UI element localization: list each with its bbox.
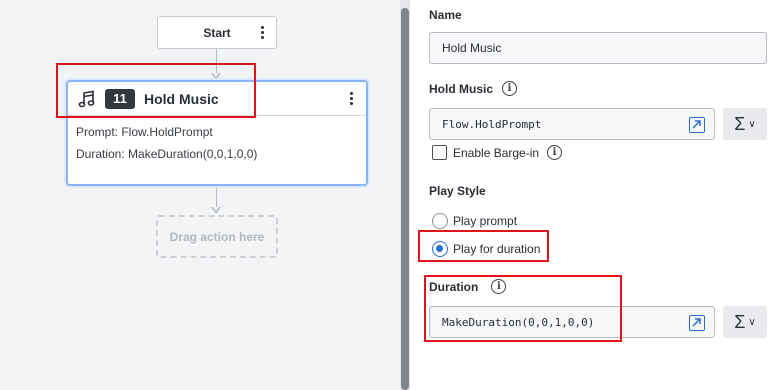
hold-music-label-text: Hold Music xyxy=(429,81,494,96)
chevron-down-icon: ∨ xyxy=(748,118,756,130)
connector-line xyxy=(216,188,217,209)
annotation-box-duration xyxy=(424,275,622,342)
sigma-icon: Σ xyxy=(734,311,746,332)
play-prompt-radio[interactable] xyxy=(432,213,448,229)
hold-music-input[interactable]: Flow.HoldPrompt xyxy=(429,108,715,140)
drag-action-text: Drag action here xyxy=(169,229,265,244)
connector-arrow xyxy=(211,207,221,214)
action-node-menu-icon[interactable] xyxy=(346,92,356,105)
play-style-label-text: Play Style xyxy=(429,184,486,198)
annotation-box-hold-music-node xyxy=(56,63,256,118)
sigma-icon: Σ xyxy=(734,113,746,134)
info-icon[interactable]: i xyxy=(502,81,518,96)
annotation-box-play-for-duration xyxy=(418,230,549,262)
duration-expression-button[interactable]: Σ ∨ xyxy=(723,306,767,338)
splitter-handle[interactable] xyxy=(401,8,409,390)
barge-in-row[interactable]: Enable Barge-in i xyxy=(432,145,563,160)
action-node-prompt-text: Prompt: Flow.HoldPrompt xyxy=(76,125,213,139)
barge-in-label: Enable Barge-in xyxy=(453,145,540,160)
hold-music-expression-button[interactable]: Σ ∨ xyxy=(723,108,767,140)
start-node[interactable]: Start xyxy=(157,16,277,49)
drag-action-dropzone[interactable]: Drag action here xyxy=(156,215,278,258)
hold-music-input-value: Flow.HoldPrompt xyxy=(442,117,542,131)
name-input[interactable]: Hold Music xyxy=(429,32,767,64)
expand-icon[interactable] xyxy=(689,315,705,331)
name-input-value: Hold Music xyxy=(442,41,502,55)
play-prompt-label: Play prompt xyxy=(453,214,518,228)
start-node-menu-icon[interactable] xyxy=(257,26,267,39)
name-label-text: Name xyxy=(429,8,462,22)
action-node-duration-text: Duration: MakeDuration(0,0,1,0,0) xyxy=(76,147,258,161)
expand-icon[interactable] xyxy=(689,117,705,133)
name-label: Name xyxy=(429,8,462,22)
action-node-body: Prompt: Flow.HoldPrompt Duration: MakeDu… xyxy=(68,116,366,170)
info-icon[interactable]: i xyxy=(547,145,563,160)
hold-music-label: Hold Music i xyxy=(429,81,518,96)
play-style-label: Play Style xyxy=(429,184,486,198)
barge-in-checkbox[interactable] xyxy=(432,145,447,160)
chevron-down-icon: ∨ xyxy=(748,316,756,328)
play-prompt-option[interactable]: Play prompt xyxy=(432,213,517,229)
start-node-label: Start xyxy=(203,25,231,40)
flow-canvas: Start 11 Hold Music Prompt: Flow.HoldPro… xyxy=(0,0,400,390)
